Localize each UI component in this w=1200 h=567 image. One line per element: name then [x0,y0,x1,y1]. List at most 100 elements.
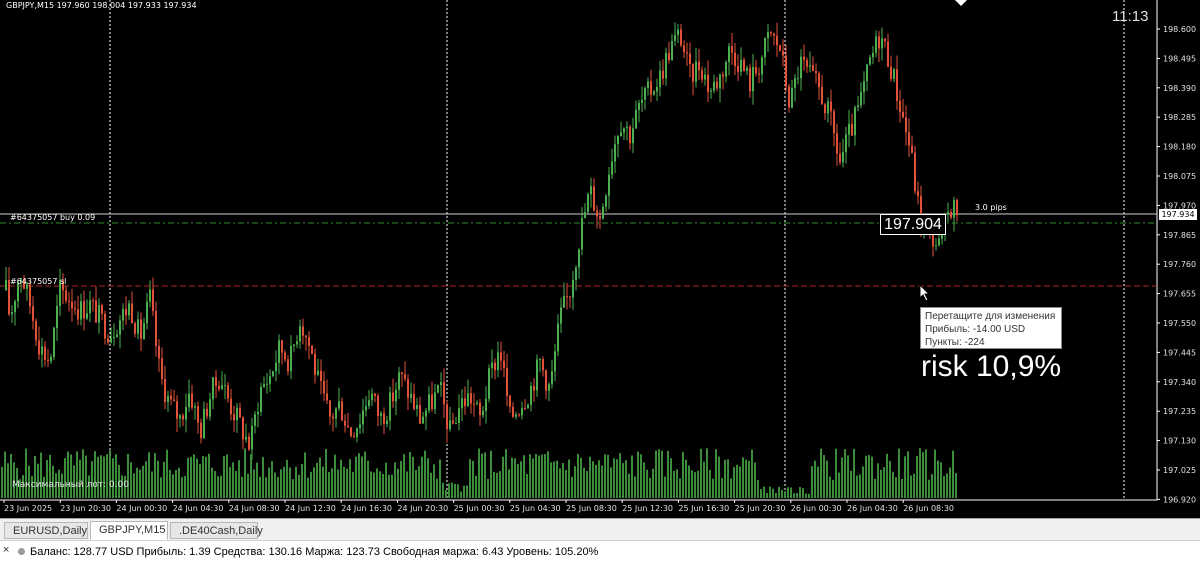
candle-body [566,296,568,298]
volume-bar [526,474,528,498]
volume-bar [802,488,804,498]
status-dot-icon [18,548,25,555]
volume-bar [244,448,246,498]
candle-body [707,74,709,92]
candle-body [314,353,316,375]
volume-bar [922,452,924,498]
candle-body [389,392,391,421]
candle-body [902,111,904,118]
volume-bar [25,448,27,498]
candle-body [794,78,796,88]
volume-bar [205,456,207,498]
candle-body [845,134,847,153]
candle-body [755,66,757,74]
candle-body [587,194,589,213]
candle-body [641,99,643,104]
volume-bar [361,456,363,498]
candle-body [86,313,88,319]
candle-body [704,74,706,80]
candle-body [911,145,913,153]
order-price-label[interactable]: 197.904 [880,214,946,235]
volume-bar [907,451,909,498]
time-tick-label: 26 Jun 08:30 [903,504,954,513]
volume-bar [583,467,585,498]
candle-body [722,74,724,77]
volume-bar [415,469,417,498]
volume-bar [289,467,291,498]
tab-de40cash-daily[interactable]: .DE40Cash,Daily [170,522,263,539]
chart-canvas[interactable]: 198.600 198.495 198.390 198.285 198.180 198.0… [0,0,1200,518]
volume-bar [937,460,939,498]
volume-bar [136,467,138,498]
volume-bar [739,466,741,498]
time-tick-label: 25 Jun 12:30 [622,504,673,513]
candle-body [488,368,490,399]
candle-body [665,52,667,79]
candle-body [80,301,82,320]
candle-body [443,382,445,405]
candle-body [659,70,661,88]
candle-body [644,88,646,100]
candle-body [497,352,499,371]
volume-bar [274,472,276,498]
volume-bar [808,493,810,498]
candle-body [776,35,778,46]
volume-bar [769,486,771,498]
candle-body [884,38,886,42]
volume-bar [727,459,729,498]
volume-bar [343,466,345,498]
candle-body [404,373,406,380]
candle-body [485,398,487,411]
volume-bar [94,451,96,498]
volume-bar [259,476,261,498]
volume-bar [451,482,453,498]
candle-body [65,290,67,301]
volume-bar [373,472,375,498]
volume-bar [133,473,135,498]
volume-bar [916,456,918,498]
candle-body [953,199,955,218]
volume-bar [898,448,900,498]
volume-bar [616,459,618,498]
volume-bar [598,460,600,498]
candle-body [263,383,265,387]
volume-bar [412,456,414,498]
candle-body [128,303,130,316]
pips-label: 3.0 pips [975,203,1007,212]
candle-body [698,61,700,71]
candle-body [764,37,766,58]
candle-body [278,340,280,363]
volume-bar [364,451,366,498]
candle-body [770,32,772,34]
volume-bar [793,493,795,498]
volume-bar [553,461,555,498]
candle-body [284,352,286,360]
volume-bar [760,489,762,498]
candle-body [107,338,109,343]
candle-body [476,402,478,404]
candle-body [827,101,829,114]
volume-bar [226,454,228,498]
candle-body [602,206,604,219]
close-icon[interactable]: × [3,539,9,561]
volume-bar [442,482,444,498]
volume-bar [328,471,330,498]
tab-gbpjpy-m15[interactable]: GBPJPY,M15 [90,521,168,540]
candle-body [797,78,799,80]
volume-bar [295,466,297,498]
candle-body [539,359,541,361]
tab-eurusd-daily[interactable]: EURUSD,Daily [4,522,88,539]
volume-bar [835,448,837,498]
volume-bar [586,471,588,498]
candle-body [656,87,658,92]
chart-area[interactable]: 198.600 198.495 198.390 198.285 198.180 198.0… [0,0,1200,518]
volume-bar [670,458,672,498]
candle-body [116,334,118,337]
candle-body [524,408,526,410]
candle-body [167,395,169,402]
candle-body [863,81,865,93]
volume-bar [910,475,912,498]
candle-body [740,59,742,72]
candle-body [101,305,103,314]
candle-body [914,152,916,192]
